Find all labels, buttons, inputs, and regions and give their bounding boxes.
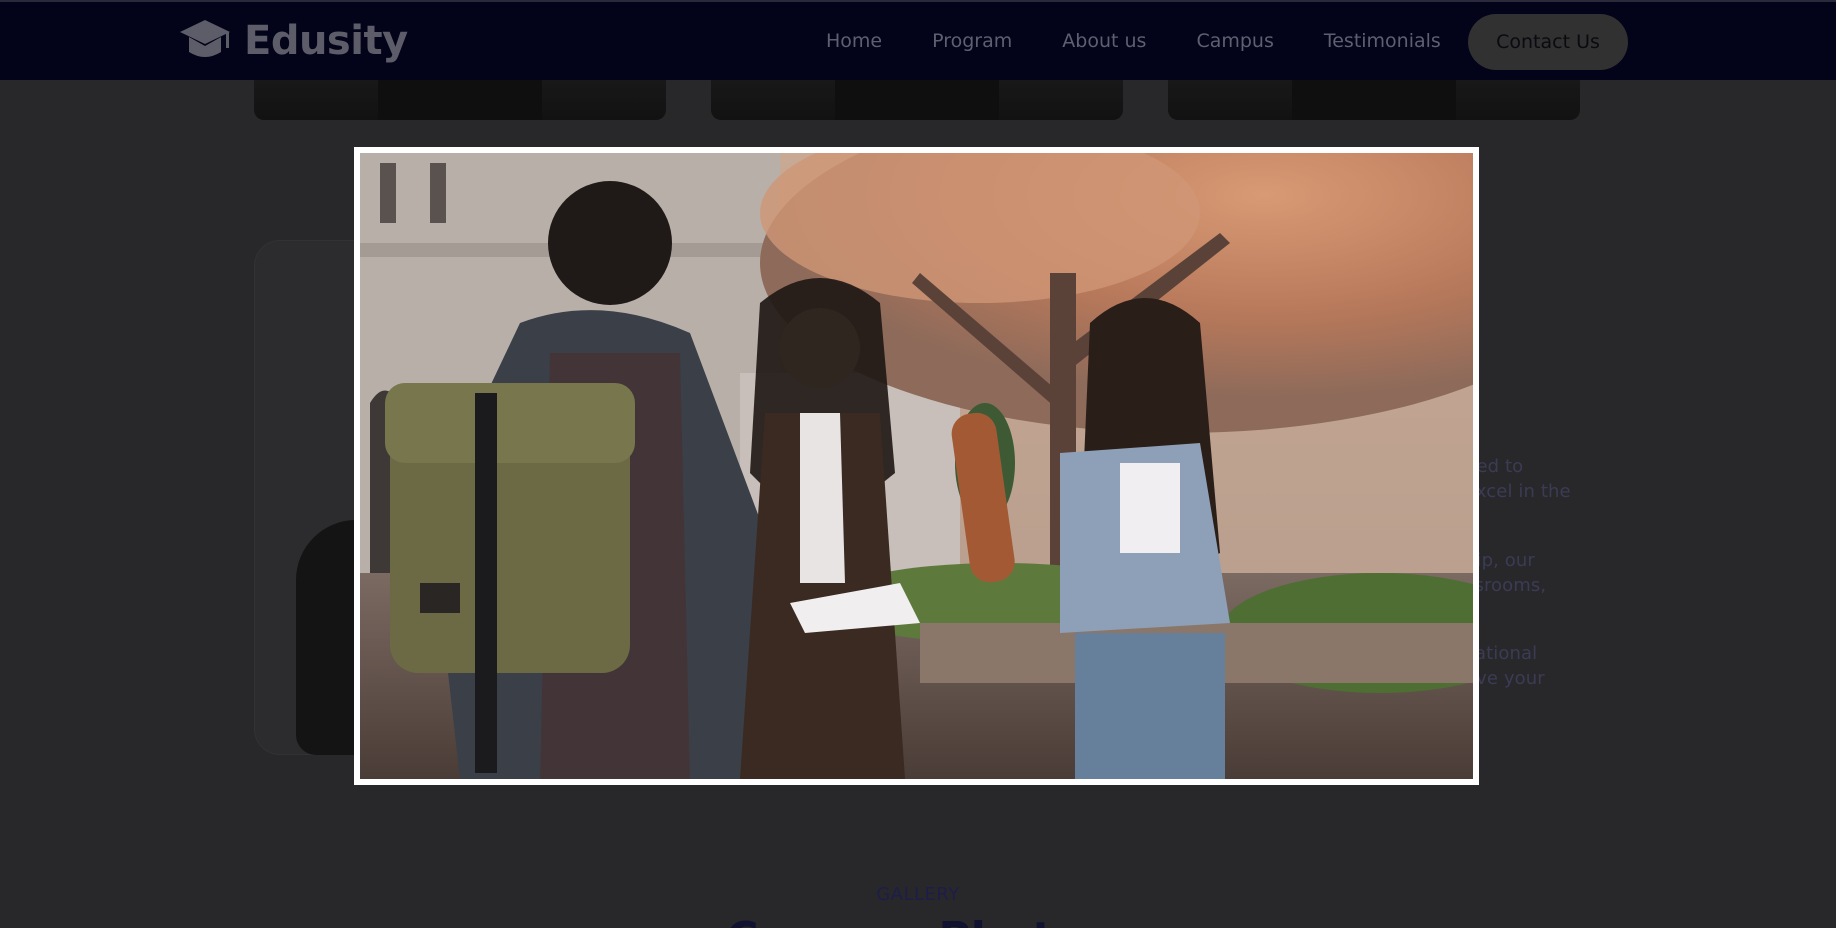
campus-video[interactable] (360, 153, 1473, 779)
video-overlay[interactable] (0, 0, 1836, 928)
video-modal (354, 147, 1479, 785)
video-frame-illustration (360, 153, 1473, 779)
